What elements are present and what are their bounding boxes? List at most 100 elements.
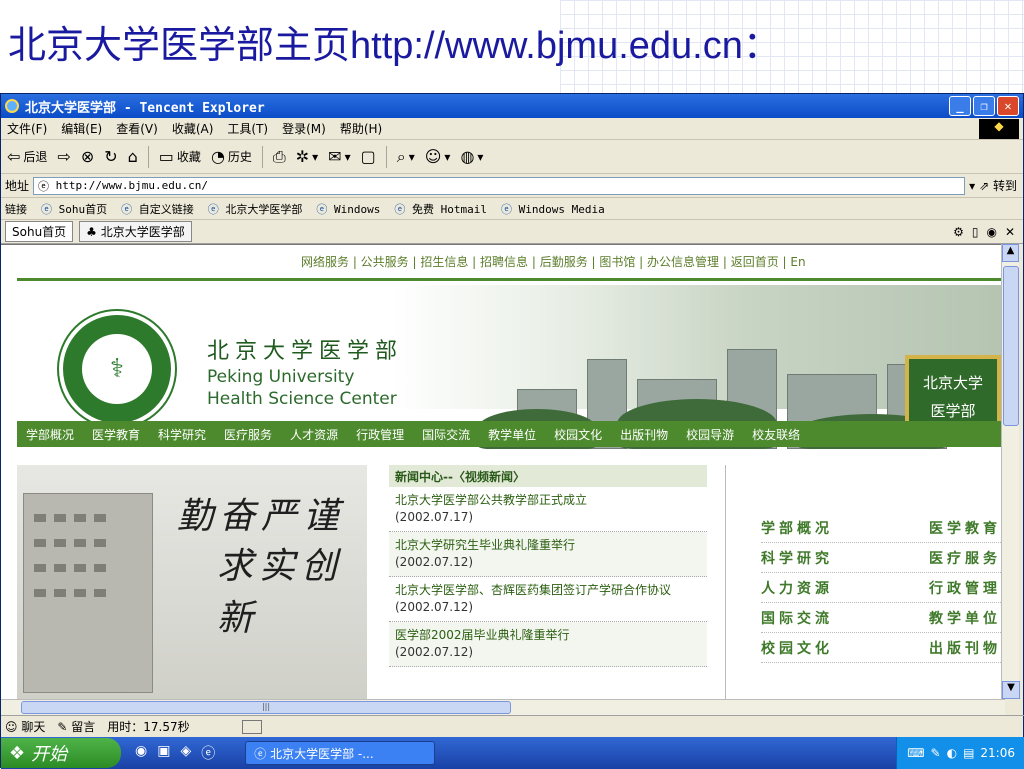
menu-edit[interactable]: 编辑(E) bbox=[61, 120, 102, 137]
tools-button[interactable]: ◍ ▾ bbox=[460, 147, 483, 166]
home-icon: ⌂ bbox=[127, 147, 138, 166]
news-header[interactable]: 新闻中心--〈视频新闻〉 bbox=[389, 465, 707, 487]
link-sohu[interactable]: ⓔ Sohu首页 bbox=[41, 201, 107, 217]
menu-login[interactable]: 登录(M) bbox=[282, 120, 326, 137]
nav-item[interactable]: 教学单位 bbox=[479, 426, 545, 443]
link-bjmu[interactable]: ⓔ 北京大学医学部 bbox=[208, 201, 303, 217]
vertical-scrollbar[interactable]: ▲ ▼ bbox=[1001, 244, 1020, 699]
address-input[interactable]: ⓔ http://www.bjmu.edu.cn/ bbox=[33, 176, 966, 195]
nav-item[interactable]: 科学研究 bbox=[149, 426, 215, 443]
quick-link[interactable]: 行政管理 bbox=[929, 578, 1001, 598]
nav-item[interactable]: 医学教育 bbox=[83, 426, 149, 443]
close-button[interactable]: ✕ bbox=[997, 96, 1019, 116]
quick-link[interactable]: 医学教育 bbox=[929, 518, 1001, 538]
banner-english-subtitle: Health Science Center bbox=[207, 389, 397, 409]
nav-item[interactable]: 行政管理 bbox=[347, 426, 413, 443]
menu-tools[interactable]: 工具(T) bbox=[227, 120, 268, 137]
quick-link[interactable]: 人力资源 bbox=[761, 578, 833, 598]
menu-view[interactable]: 查看(V) bbox=[116, 120, 158, 137]
nav-item[interactable]: 人才资源 bbox=[281, 426, 347, 443]
link-custom[interactable]: ⓔ 自定义链接 bbox=[121, 201, 194, 217]
messenger-button[interactable]: ☺ ▾ bbox=[425, 147, 451, 166]
zone-icon bbox=[241, 719, 262, 734]
clock[interactable]: 21:06 bbox=[980, 746, 1015, 760]
search-button[interactable]: ⌕ ▾ bbox=[397, 147, 415, 167]
menu-file[interactable]: 文件(F) bbox=[7, 120, 47, 137]
chat-button[interactable]: ☺ 聊天 bbox=[5, 718, 45, 735]
horizontal-scrollbar[interactable]: ||| bbox=[1, 699, 1005, 715]
news-item[interactable]: 北京大学研究生毕业典礼隆重举行 (2002.07.12) bbox=[389, 532, 707, 577]
stop-button[interactable]: ⊗ bbox=[81, 147, 94, 166]
link-windows[interactable]: ⓔ Windows bbox=[316, 201, 380, 217]
tools-icon: ◍ bbox=[460, 147, 475, 166]
quick-link[interactable]: 教学单位 bbox=[929, 608, 1001, 628]
scroll-thumb[interactable] bbox=[1003, 266, 1019, 426]
menu-help[interactable]: 帮助(H) bbox=[340, 120, 382, 137]
restore-button[interactable]: ❐ bbox=[973, 96, 995, 116]
nav-item[interactable]: 校园文化 bbox=[545, 426, 611, 443]
minimize-button[interactable]: _ bbox=[949, 96, 971, 116]
encoding-button[interactable]: ✲ ▾ bbox=[296, 147, 318, 166]
refresh-button[interactable]: ↻ bbox=[104, 147, 117, 166]
news-item[interactable]: 医学部2002届毕业典礼隆重举行 (2002.07.12) bbox=[389, 622, 707, 667]
motto-line-2: 求实创新 bbox=[217, 546, 344, 639]
print-button[interactable]: ⎙ bbox=[273, 147, 286, 167]
nav-item[interactable]: 学部概况 bbox=[17, 426, 83, 443]
favorites-button[interactable]: ▭ 收藏 bbox=[159, 147, 201, 166]
desktop-icon[interactable]: ▣ bbox=[157, 743, 170, 763]
top-links[interactable]: 网络服务 | 公共服务 | 招生信息 | 招聘信息 | 后勤服务 | 图书馆 |… bbox=[301, 253, 806, 270]
quick-link[interactable]: 学部概况 bbox=[761, 518, 833, 538]
back-button[interactable]: ⇦ 后退 bbox=[7, 147, 47, 166]
address-bar: 地址 ⓔ http://www.bjmu.edu.cn/ ▾ ⇗ 转到 bbox=[1, 174, 1023, 198]
messenger-icon: ☺ bbox=[424, 147, 442, 166]
ie-icon: ⓔ bbox=[254, 746, 271, 761]
quick-link[interactable]: 出版刊物 bbox=[929, 638, 1001, 658]
messenger-icon[interactable]: ◈ bbox=[180, 743, 191, 763]
taskbar-item[interactable]: ⓔ 北京大学医学部 -... bbox=[245, 741, 436, 765]
news-item[interactable]: 北京大学医学部公共教学部正式成立 (2002.07.17) bbox=[389, 487, 707, 532]
tab-settings-icon[interactable]: ⚙ bbox=[953, 225, 964, 239]
menu-favorites[interactable]: 收藏(A) bbox=[172, 120, 214, 137]
title-bar[interactable]: 北京大学医学部 - Tencent Explorer _ ❐ ✕ bbox=[1, 94, 1023, 118]
main-navigation: 学部概况 医学教育 科学研究 医疗服务 人才资源 行政管理 国际交流 教学单位 … bbox=[17, 421, 1001, 447]
nav-item[interactable]: 医疗服务 bbox=[215, 426, 281, 443]
message-button[interactable]: ✎ 留言 bbox=[57, 718, 95, 735]
link-hotmail[interactable]: ⓔ 免费 Hotmail bbox=[394, 201, 487, 217]
nav-item[interactable]: 出版刊物 bbox=[611, 426, 677, 443]
quick-link[interactable]: 科学研究 bbox=[761, 548, 833, 568]
network-icon[interactable]: ▤ bbox=[963, 746, 974, 760]
keyboard-icon[interactable]: ⌨ bbox=[907, 746, 924, 760]
toolbar: ⇦ 后退 ⇨ ⊗ ↻ ⌂ ▭ 收藏 ◔ 历史 ⎙ ✲ ▾ ✉ ▾ ▢ ⌕ ▾ ☺ ▾ ◍ ▾ bbox=[1, 140, 1023, 174]
ie-icon[interactable]: ⓔ bbox=[201, 743, 215, 763]
scroll-thumb[interactable]: ||| bbox=[21, 701, 511, 714]
window-button[interactable]: ▢ bbox=[361, 147, 376, 166]
address-dropdown[interactable]: ▾ bbox=[969, 179, 975, 193]
nav-item[interactable]: 校友联络 bbox=[743, 426, 809, 443]
news-item[interactable]: 北京大学医学部、杏辉医药集团签订产学研合作协议 (2002.07.12) bbox=[389, 577, 707, 622]
home-button[interactable]: ⌂ bbox=[128, 147, 138, 166]
nav-item[interactable]: 国际交流 bbox=[413, 426, 479, 443]
scroll-up-arrow-icon[interactable]: ▲ bbox=[1002, 244, 1019, 262]
mail-button[interactable]: ✉ ▾ bbox=[328, 147, 350, 166]
forward-button[interactable]: ⇨ bbox=[57, 147, 70, 166]
quick-link[interactable]: 医疗服务 bbox=[929, 548, 1001, 568]
new-tab-icon[interactable]: ▯ bbox=[972, 225, 979, 239]
history-button[interactable]: ◔ 历史 bbox=[211, 147, 252, 166]
quick-link[interactable]: 国际交流 bbox=[761, 608, 833, 628]
close-tab-icon[interactable]: ✕ bbox=[1005, 225, 1015, 239]
media-icon[interactable]: ◉ bbox=[135, 743, 147, 763]
scroll-down-arrow-icon[interactable]: ▼ bbox=[1002, 681, 1020, 699]
pen-icon[interactable]: ✎ bbox=[931, 746, 941, 760]
tab-bjmu[interactable]: ♣ 北京大学医学部 bbox=[79, 221, 192, 242]
page-icon: ⓔ bbox=[41, 202, 52, 216]
start-button[interactable]: ❖ 开始 bbox=[1, 738, 121, 768]
nav-item[interactable]: 校园导游 bbox=[677, 426, 743, 443]
links-label: 链接 bbox=[5, 202, 27, 216]
link-media[interactable]: ⓔ Windows Media bbox=[501, 201, 605, 217]
tab-sohu[interactable]: Sohu首页 bbox=[5, 221, 74, 242]
go-button[interactable]: ⇗ 转到 bbox=[979, 177, 1017, 194]
quick-link[interactable]: 校园文化 bbox=[761, 638, 833, 658]
menu-bar: 文件(F) 编辑(E) 查看(V) 收藏(A) 工具(T) 登录(M) 帮助(H… bbox=[1, 118, 1023, 140]
volume-icon[interactable]: ◐ bbox=[947, 746, 957, 760]
view-icon[interactable]: ◉ bbox=[986, 225, 996, 239]
